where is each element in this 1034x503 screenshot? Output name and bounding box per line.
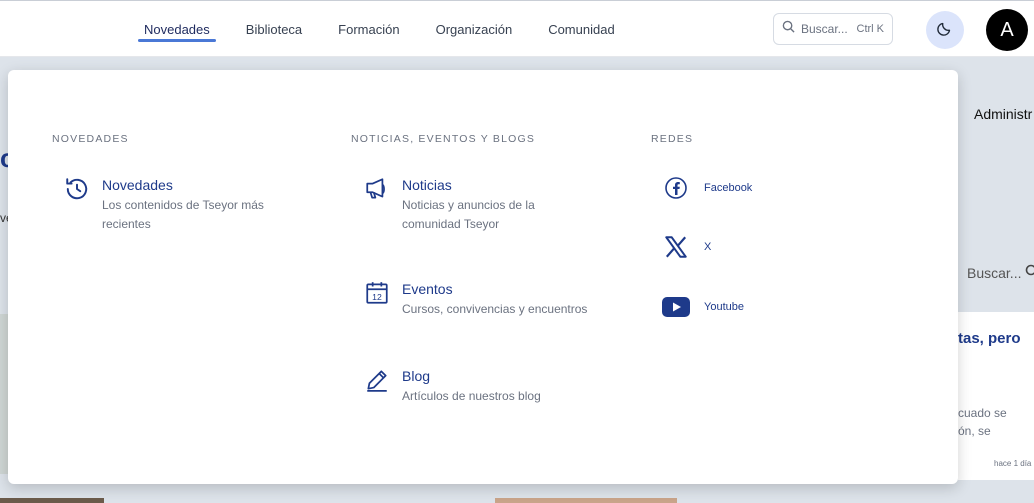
nav-comunidad[interactable]: Comunidad [530, 1, 633, 58]
news-card-title: tas, pero [958, 330, 1021, 347]
calendar-icon: 12 [362, 280, 392, 310]
news-card-excerpt-2: ón, se [958, 424, 991, 438]
entry-desc-line1: Artículos de nuestros blog [402, 389, 541, 403]
menu-entry-blog[interactable]: Blog Artículos de nuestros blog [362, 367, 541, 406]
col-heading-novedades: NOVEDADES [52, 133, 129, 145]
nav-novedades[interactable]: Novedades [126, 1, 228, 58]
social-link-x[interactable]: X [662, 233, 711, 261]
news-card-excerpt-1: cuado se [958, 406, 1007, 420]
news-card-time: hace 1 día [994, 459, 1032, 468]
menu-entry-novedades[interactable]: Novedades Los contenidos de Tseyor más r… [62, 176, 264, 234]
col-heading-redes: REDES [651, 133, 694, 145]
background-search-icon [1025, 264, 1034, 283]
nav-organizacion[interactable]: Organización [418, 1, 531, 58]
entry-title: Blog [402, 368, 431, 384]
megaphone-icon [362, 176, 392, 206]
youtube-icon [662, 293, 690, 321]
facebook-icon [662, 174, 690, 202]
calendar-day-number: 12 [372, 292, 382, 302]
search-icon [782, 20, 795, 38]
bottom-image-fragment-1 [0, 498, 104, 503]
menu-entry-noticias[interactable]: Noticias Noticias y anuncios de la comun… [362, 176, 535, 234]
search-button[interactable]: Buscar... Ctrl K [773, 13, 893, 45]
menu-entry-eventos[interactable]: 12 Eventos Cursos, convivencias y encuen… [362, 280, 587, 319]
theme-toggle-button[interactable] [926, 11, 964, 49]
entry-desc-line1: Noticias y anuncios de la [402, 198, 535, 212]
left-image-fragment [0, 314, 8, 474]
entry-desc-line1: Cursos, convivencias y encuentros [402, 302, 588, 316]
social-link-youtube[interactable]: Youtube [662, 293, 744, 321]
entry-title: Eventos [402, 281, 453, 297]
history-icon [62, 176, 92, 206]
col-heading-noticias: NOTICIAS, EVENTOS Y BLOGS [351, 133, 536, 145]
social-label: Youtube [704, 301, 744, 313]
moon-icon [936, 19, 954, 42]
social-link-facebook[interactable]: Facebook [662, 174, 752, 202]
user-avatar[interactable]: A [986, 9, 1028, 51]
nav-formacion[interactable]: Formación [320, 1, 417, 58]
top-navbar: Novedades Biblioteca Formación Organizac… [0, 0, 1034, 57]
admin-link-text[interactable]: Administr [974, 106, 1032, 122]
pencil-icon [362, 367, 392, 397]
nav-biblioteca[interactable]: Biblioteca [228, 1, 320, 58]
bottom-image-fragment-2 [495, 498, 677, 503]
entry-title: Noticias [402, 177, 452, 193]
entry-desc-line1: Los contenidos de Tseyor más [102, 198, 264, 212]
entry-desc-line2: recientes [102, 217, 151, 231]
search-shortcut: Ctrl K [856, 23, 885, 35]
entry-desc-line2: comunidad Tseyor [402, 217, 500, 231]
search-placeholder: Buscar... [801, 22, 848, 36]
entry-title: Novedades [102, 177, 173, 193]
novedades-mega-menu: NOVEDADES Novedades Los contenidos de Ts… [8, 70, 958, 484]
news-card[interactable]: tas, pero cuado se ón, se hace 1 día [958, 312, 1034, 480]
social-label: Facebook [704, 182, 753, 194]
social-label: X [704, 241, 712, 253]
main-nav: Novedades Biblioteca Formación Organizac… [126, 1, 633, 58]
x-icon [662, 233, 690, 261]
background-search-text[interactable]: Buscar... [967, 265, 1021, 281]
